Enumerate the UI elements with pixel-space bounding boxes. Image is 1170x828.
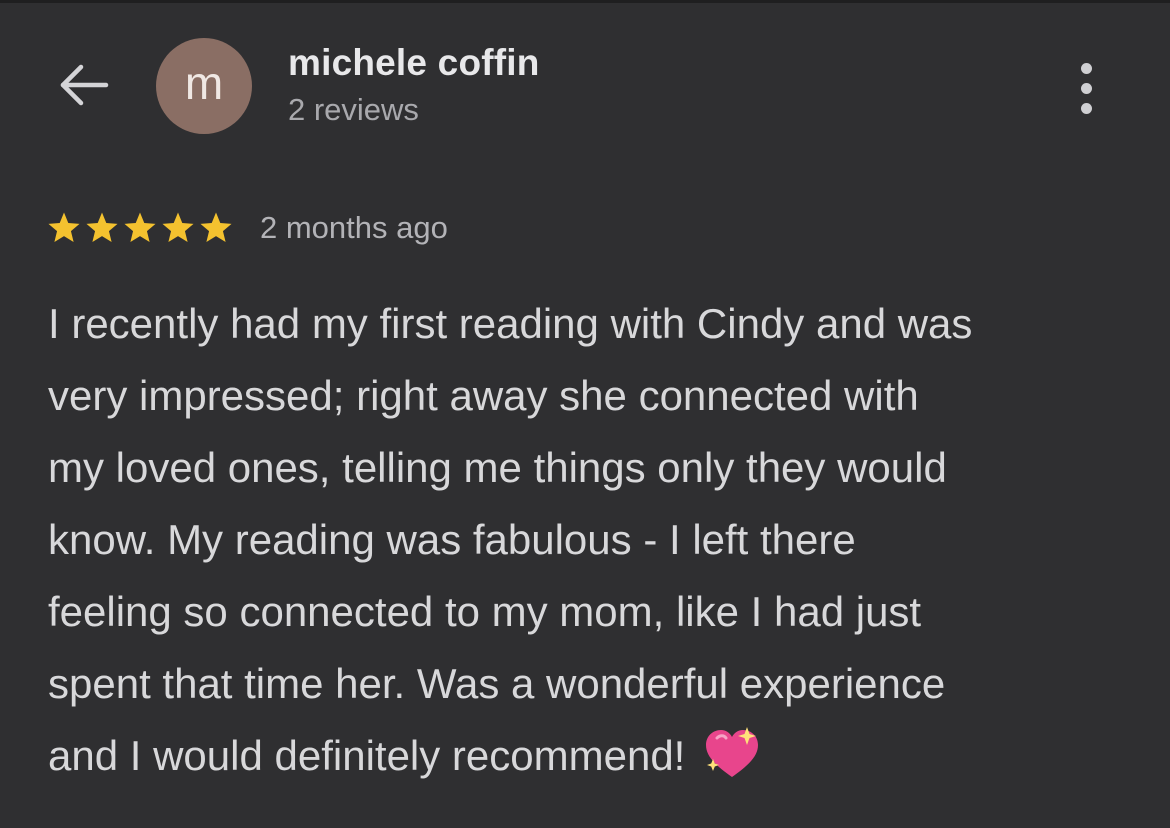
review-line: very impressed; right away she connected… [48, 360, 1128, 432]
more-vertical-icon-dot [1080, 82, 1092, 94]
rating-row: 2 months ago [46, 206, 448, 250]
star-icon [122, 211, 158, 245]
star-icon [84, 211, 120, 245]
review-line: my loved ones, telling me things only th… [48, 432, 1128, 504]
avatar[interactable]: m [156, 38, 252, 134]
review-line: I recently had my first reading with Cin… [48, 288, 1128, 360]
sparkling-heart-icon [703, 725, 761, 781]
review-line: spent that time her. Was a wonderful exp… [48, 648, 1128, 720]
star-icon [46, 211, 82, 245]
avatar-letter: m [184, 57, 224, 109]
review-text: I recently had my first reading with Cin… [48, 288, 1128, 792]
more-vertical-icon [1080, 62, 1092, 74]
review-line-text: know. My reading was fabulous - I left t… [48, 516, 856, 563]
review-line: and I would definitely recommend! [48, 720, 1128, 792]
back-button[interactable] [52, 56, 116, 114]
review-count: 2 reviews [288, 92, 419, 127]
star-icon [160, 211, 196, 245]
review-line-text: and I would definitely recommend! [48, 732, 686, 779]
back-arrow-icon [60, 64, 109, 106]
review-line-text: spent that time her. Was a wonderful exp… [48, 660, 946, 707]
review-line-text: my loved ones, telling me things only th… [48, 444, 947, 491]
more-options-button[interactable] [1062, 56, 1110, 120]
review-line-text: I recently had my first reading with Cin… [48, 300, 973, 347]
reviewer-name[interactable]: michele coffin [288, 42, 540, 84]
star-rating [46, 211, 234, 245]
top-divider [0, 0, 1170, 3]
star-icon [198, 211, 234, 245]
review-line-text: very impressed; right away she connected… [48, 372, 919, 419]
review-line-text: feeling so connected to my mom, like I h… [48, 588, 922, 635]
review-line: know. My reading was fabulous - I left t… [48, 504, 1128, 576]
review-line: feeling so connected to my mom, like I h… [48, 576, 1128, 648]
more-vertical-icon-dot [1080, 102, 1092, 114]
review-date: 2 months ago [260, 210, 448, 245]
